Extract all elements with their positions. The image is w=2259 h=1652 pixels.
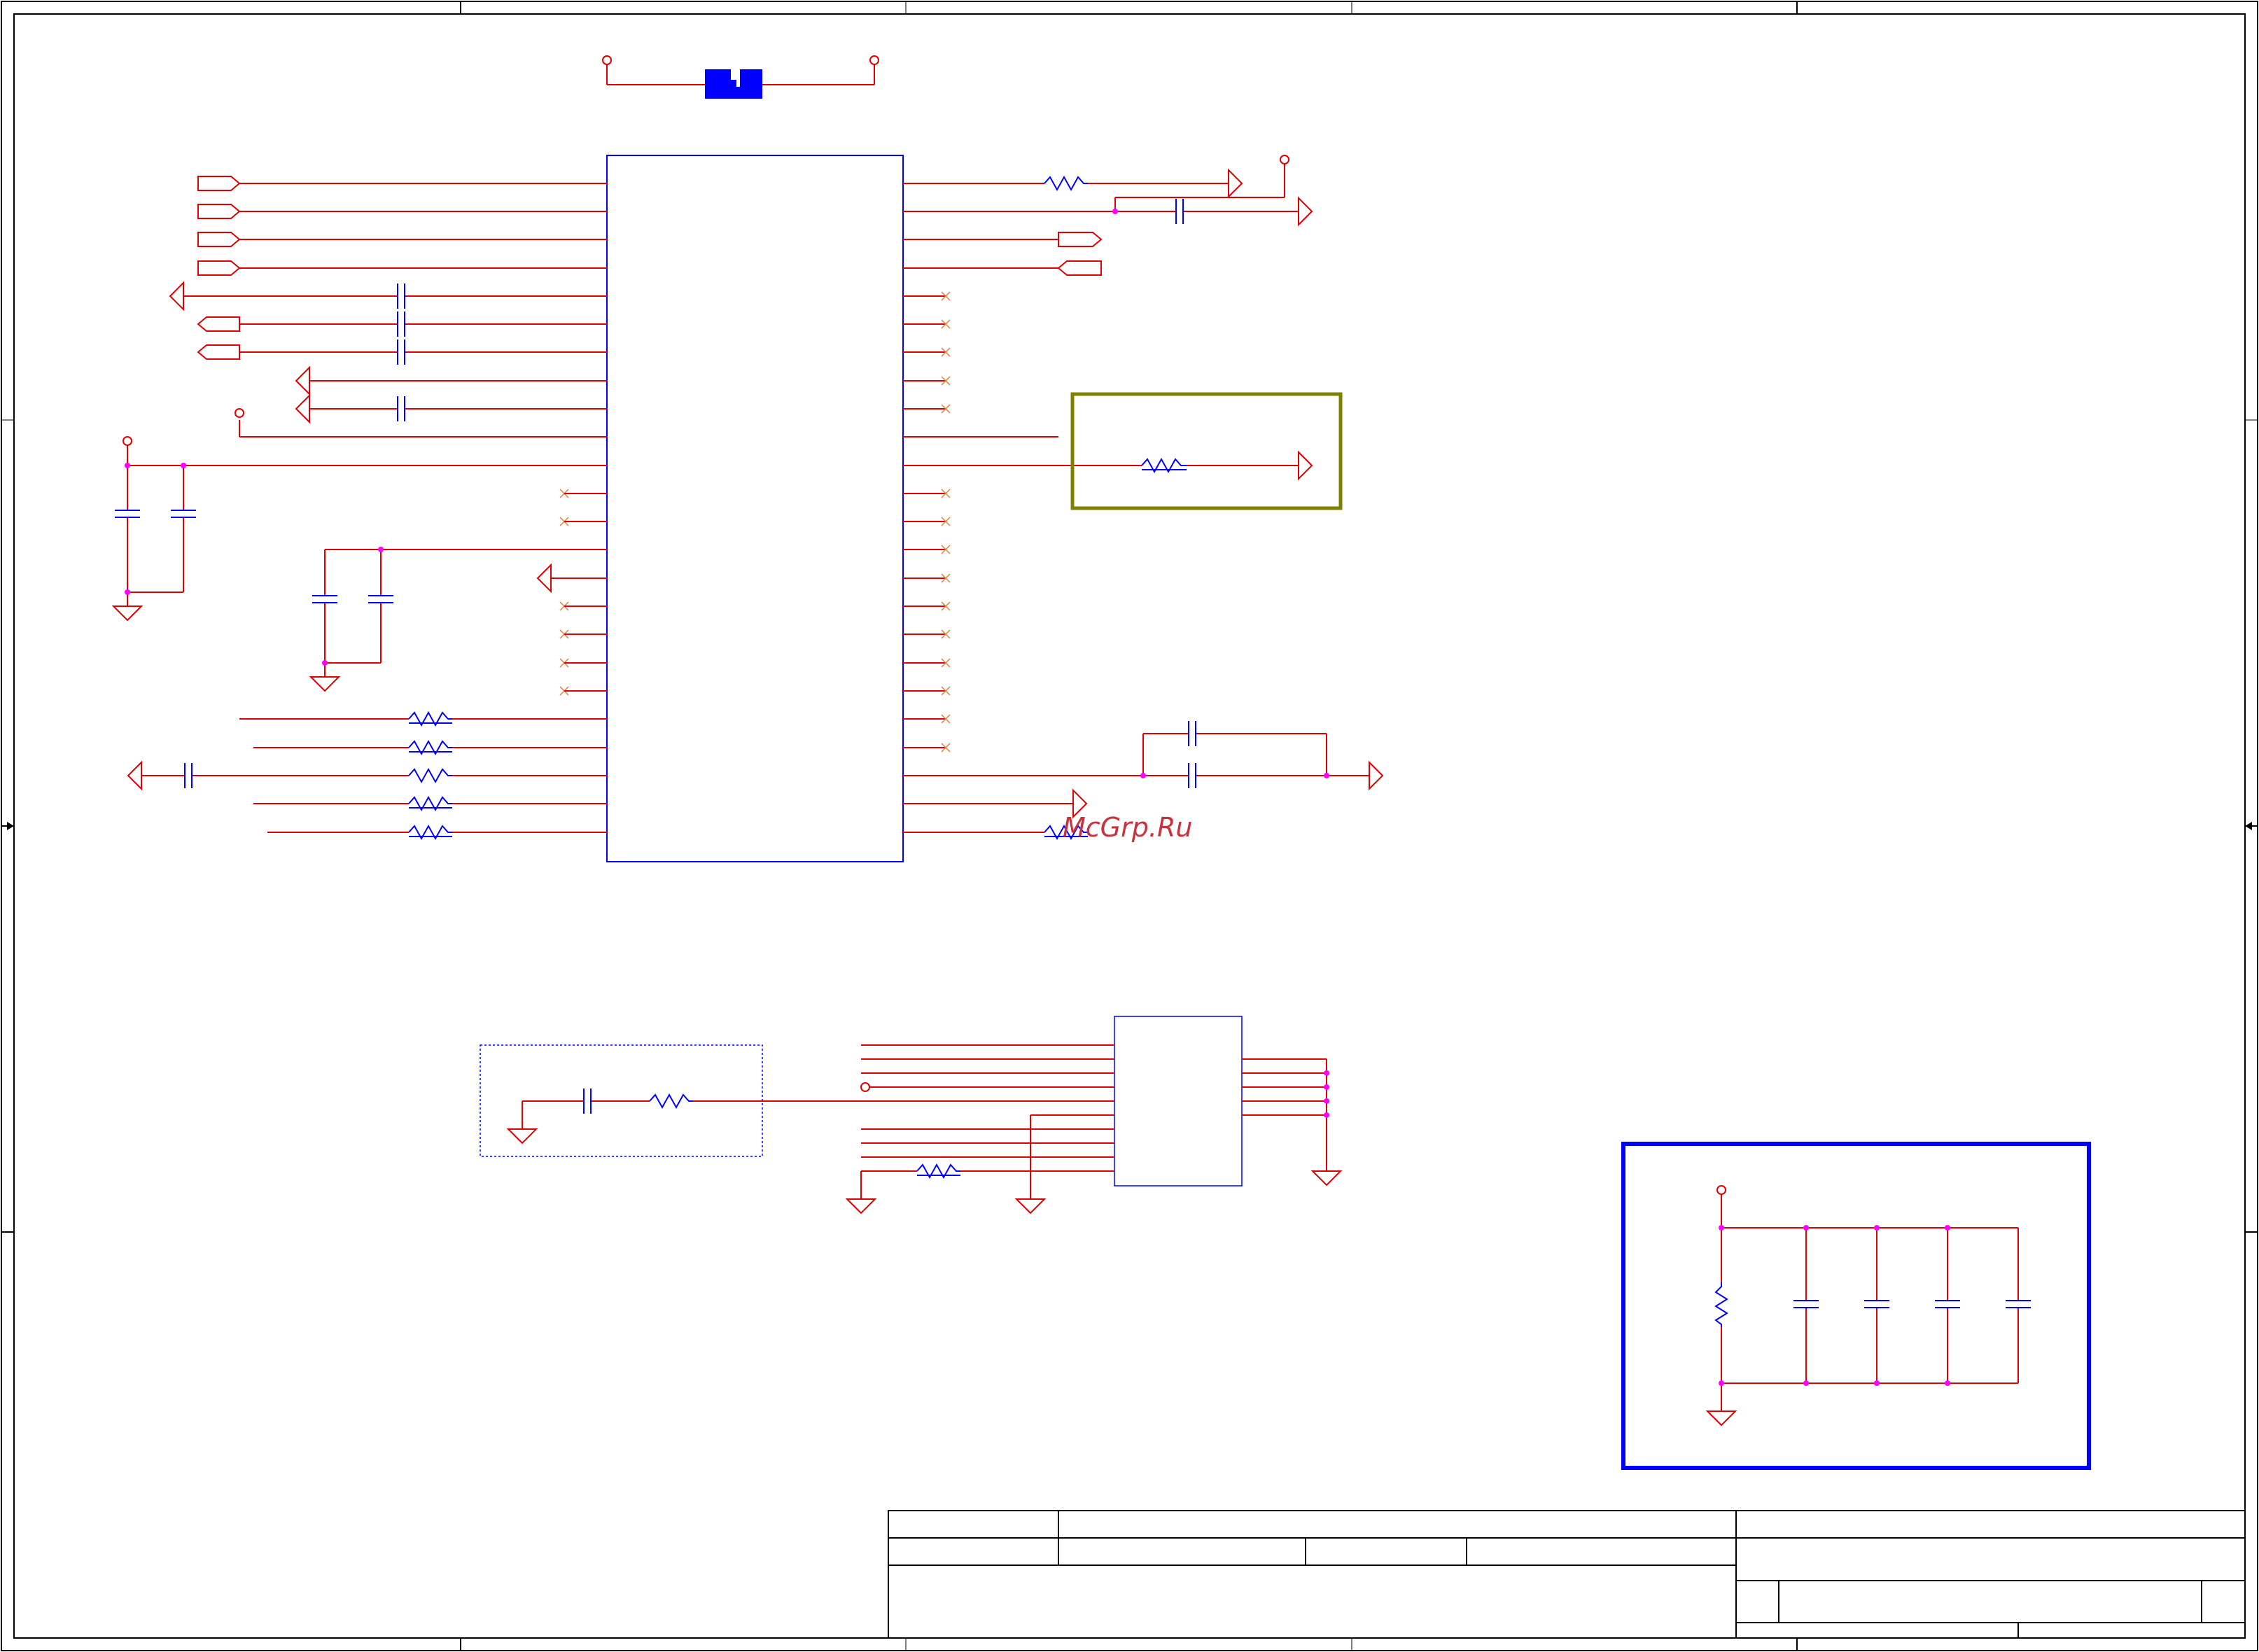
- main-ic-right-pins: [903, 295, 946, 748]
- crystal-y1[interactable]: [602, 55, 879, 99]
- power-port-icon: [1716, 1185, 1726, 1195]
- offpage-connector-icon: [197, 176, 241, 360]
- highlight-box[interactable]: [1070, 392, 1343, 510]
- ground-icon: [111, 606, 341, 692]
- ground-icon: [1705, 1410, 1737, 1427]
- junction-dots: [125, 209, 1329, 778]
- title-block: [888, 1510, 2246, 1639]
- left-capacitors[interactable]: [115, 284, 405, 788]
- crystal-icon: [705, 69, 762, 99]
- left-nets: [127, 183, 607, 833]
- schematic-sheet: McGrp.Ru: [1, 1, 2258, 1651]
- second-ic-body[interactable]: [1114, 1016, 1243, 1186]
- main-ic-body[interactable]: [606, 155, 904, 862]
- left-resistors[interactable]: [408, 710, 452, 841]
- right-capacitors[interactable]: [1175, 199, 1196, 788]
- ground-icon: [506, 1128, 538, 1144]
- junction-dots: [1719, 1225, 1950, 1386]
- offpage-connector-icon: [1057, 232, 1103, 276]
- decoupling-capacitors[interactable]: [1714, 1282, 2034, 1327]
- right-nets: [903, 157, 1369, 833]
- power-port-icon: [869, 55, 879, 65]
- watermark: McGrp.Ru: [1063, 812, 1192, 843]
- power-port-icon: [602, 55, 612, 65]
- no-connect-icon: [559, 489, 569, 696]
- power-port-icon: [123, 281, 552, 791]
- power-port-icon: [860, 1082, 870, 1092]
- power-port-icon: [1072, 155, 1384, 819]
